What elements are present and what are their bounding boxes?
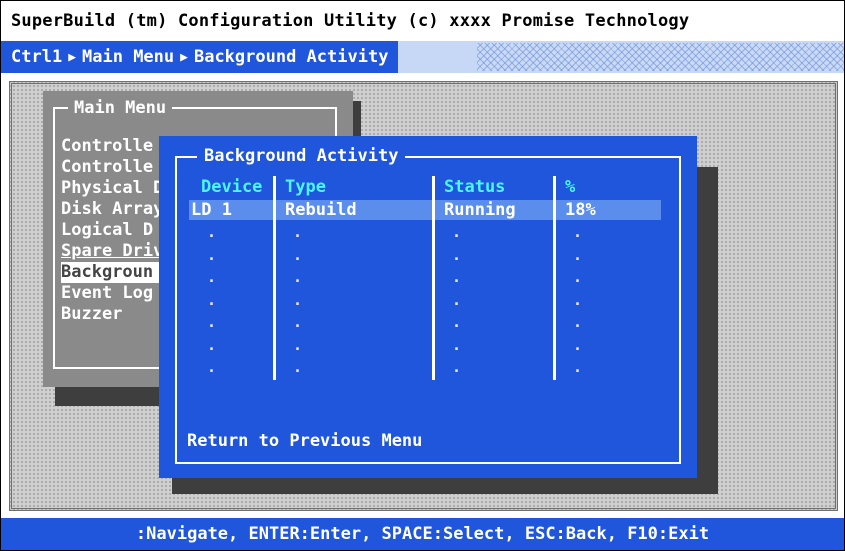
empty-percent-marker: .	[573, 290, 583, 309]
empty-status-marker: .	[452, 358, 462, 376]
activity-percent: 18%	[565, 200, 596, 220]
breadcrumb-bar: Ctrl1 ▶ Main Menu ▶ Background Activity	[1, 41, 844, 73]
status-bar: :Navigate, ENTER:Enter, SPACE:Select, ES…	[1, 518, 844, 550]
activity-type: Rebuild	[285, 200, 357, 220]
bios-screen: SuperBuild (tm) Configuration Utility (c…	[0, 0, 845, 551]
column-separator	[432, 176, 435, 380]
empty-device-marker: .	[207, 245, 217, 264]
empty-device-marker: .	[207, 268, 217, 286]
breadcrumb-main-menu[interactable]: Main Menu	[82, 47, 174, 67]
empty-type-marker: .	[293, 290, 303, 309]
empty-device-marker: .	[207, 223, 217, 241]
column-header-status: Status	[444, 177, 506, 197]
empty-device-marker: .	[207, 313, 217, 331]
empty-status-marker: .	[452, 313, 462, 331]
empty-type-marker: .	[293, 313, 303, 331]
empty-status-marker: .	[452, 268, 462, 286]
background-activity-window: Background Activity Device Type Status %…	[159, 136, 697, 478]
breadcrumb-hatch-fill	[477, 43, 844, 71]
empty-device-marker: .	[207, 358, 217, 376]
breadcrumb: Ctrl1 ▶ Main Menu ▶ Background Activity	[1, 41, 399, 73]
empty-type-marker: .	[293, 245, 303, 264]
empty-device-marker: .	[207, 290, 217, 309]
empty-status-marker: .	[452, 245, 462, 264]
column-header-device: Device	[201, 177, 263, 197]
chevron-right-icon: ▶	[180, 50, 188, 65]
empty-type-marker: .	[293, 335, 303, 354]
empty-percent-marker: .	[573, 335, 583, 354]
column-header-percent: %	[565, 177, 576, 197]
empty-type-marker: .	[293, 358, 303, 376]
empty-status-marker: .	[452, 335, 462, 354]
breadcrumb-background-activity: Background Activity	[193, 47, 389, 67]
return-to-previous-menu[interactable]: Return to Previous Menu	[187, 430, 422, 452]
empty-percent-marker: .	[573, 268, 583, 286]
empty-type-marker: .	[293, 223, 303, 241]
column-separator	[553, 176, 556, 380]
column-header-type: Type	[285, 177, 326, 197]
main-menu-title: Main Menu	[68, 97, 173, 119]
empty-type-marker: .	[293, 268, 303, 286]
chevron-right-icon: ▶	[68, 50, 77, 65]
empty-percent-marker: .	[573, 245, 583, 264]
activity-status: Running	[444, 200, 516, 220]
empty-device-marker: .	[207, 335, 217, 354]
column-separator	[273, 176, 276, 380]
activity-row-ld1[interactable]: LD 1 Rebuild Running 18%	[189, 200, 661, 220]
empty-percent-marker: .	[573, 223, 583, 241]
activity-device: LD 1	[191, 200, 232, 220]
app-title: SuperBuild (tm) Configuration Utility (c…	[1, 1, 844, 41]
breadcrumb-ctrl1[interactable]: Ctrl1	[11, 47, 62, 67]
empty-percent-marker: .	[573, 313, 583, 331]
empty-status-marker: .	[452, 290, 462, 309]
empty-status-marker: .	[452, 223, 462, 241]
main-menu-item-background-activity[interactable]: Backgroun	[61, 262, 171, 283]
empty-percent-marker: .	[573, 358, 583, 376]
background-activity-title: Background Activity	[197, 145, 406, 167]
